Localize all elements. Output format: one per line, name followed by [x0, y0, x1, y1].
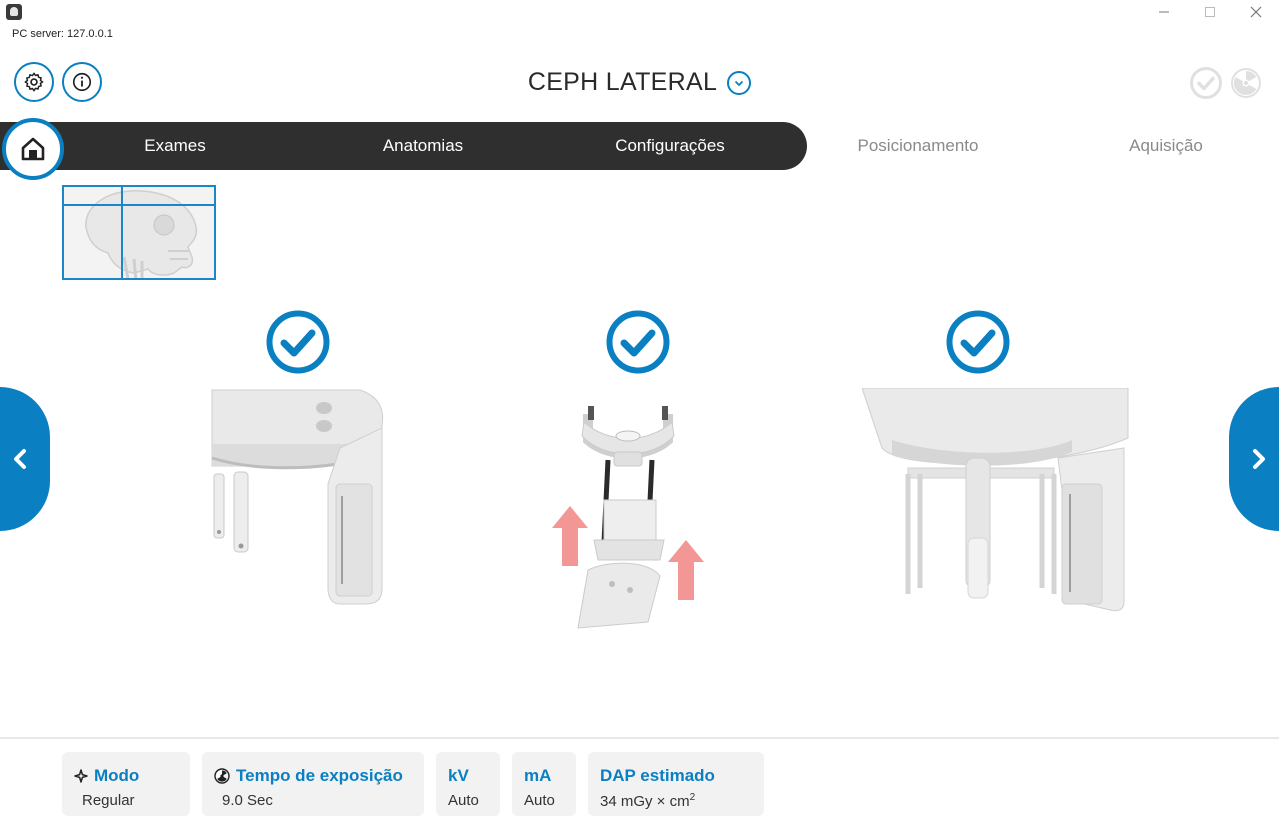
- home-icon: [21, 137, 45, 161]
- home-button[interactable]: [2, 118, 64, 180]
- param-ma-value: Auto: [524, 792, 555, 809]
- step-1-ceph-arm-image: [211, 389, 384, 605]
- param-kv-value: Auto: [448, 792, 479, 809]
- radiation-icon: [214, 768, 230, 784]
- tab-posicionamento[interactable]: Posicionamento: [809, 122, 1027, 170]
- anatomy-thumbnail[interactable]: [62, 185, 216, 280]
- chevron-down-icon: [735, 80, 744, 86]
- exam-title: CEPH LATERAL: [527, 68, 718, 96]
- exam-selector: CEPH LATERAL: [0, 68, 1279, 97]
- thumbnail-guide-vertical: [121, 187, 123, 278]
- server-label: PC server: 127.0.0.1: [12, 28, 113, 40]
- app-logo-icon: [6, 4, 22, 20]
- tab-exames[interactable]: Exames: [66, 122, 284, 170]
- skull-lateral-image: [85, 190, 198, 278]
- step-2-head-support-image: [552, 406, 704, 629]
- tab-aquisicao[interactable]: Aquisição: [1057, 122, 1275, 170]
- step-1-check-icon: [266, 310, 330, 374]
- param-modo-value: Regular: [82, 792, 135, 809]
- param-tempo-label: Tempo de exposição: [236, 766, 403, 785]
- param-tempo-value: 9.0 Sec: [222, 792, 273, 809]
- param-ma[interactable]: mA Auto: [512, 752, 576, 816]
- radiation-status-icon: [1231, 68, 1261, 98]
- status-indicators: [1189, 66, 1263, 100]
- thumbnail-guide-horizontal: [64, 204, 214, 206]
- param-dap-label: DAP estimado: [600, 766, 715, 785]
- workflow-nav: Exames Anatomias Configurações Posiciona…: [0, 122, 1279, 170]
- param-dap-unit-exponent: 2: [689, 792, 696, 803]
- exam-dropdown-button[interactable]: [727, 70, 752, 95]
- maximize-icon[interactable]: [1187, 0, 1233, 24]
- ready-check-icon: [1190, 67, 1222, 99]
- chevron-left-icon: [14, 449, 26, 469]
- step-3-ear-rods-image: [862, 388, 1129, 612]
- previous-step-button[interactable]: [0, 387, 50, 531]
- minimize-icon[interactable]: [1141, 0, 1187, 24]
- close-icon[interactable]: [1233, 0, 1279, 24]
- param-modo[interactable]: Modo Regular: [62, 752, 190, 816]
- window-controls: [1141, 0, 1279, 24]
- param-dap[interactable]: DAP estimado 34 mGy × cm2: [588, 752, 764, 816]
- param-tempo-exposicao[interactable]: Tempo de exposição 9.0 Sec: [202, 752, 424, 816]
- sparkle-icon: [74, 769, 88, 783]
- param-kv-label: kV: [448, 766, 469, 785]
- next-step-button[interactable]: [1229, 387, 1279, 531]
- chevron-right-icon: [1253, 449, 1265, 469]
- step-2-check-icon: [606, 310, 670, 374]
- param-dap-value-wrap: 34 mGy × cm2: [600, 792, 752, 810]
- exposure-params-panel: Modo Regular Tempo de exposição 9.0 Sec …: [0, 737, 1279, 826]
- tab-anatomias[interactable]: Anatomias: [314, 122, 532, 170]
- param-kv[interactable]: kV Auto: [436, 752, 500, 816]
- step-3-check-icon: [946, 310, 1010, 374]
- param-dap-value: 34 mGy × cm: [600, 793, 690, 810]
- param-ma-label: mA: [524, 766, 552, 785]
- tab-configuracoes[interactable]: Configurações: [561, 122, 779, 170]
- param-modo-label: Modo: [94, 766, 140, 785]
